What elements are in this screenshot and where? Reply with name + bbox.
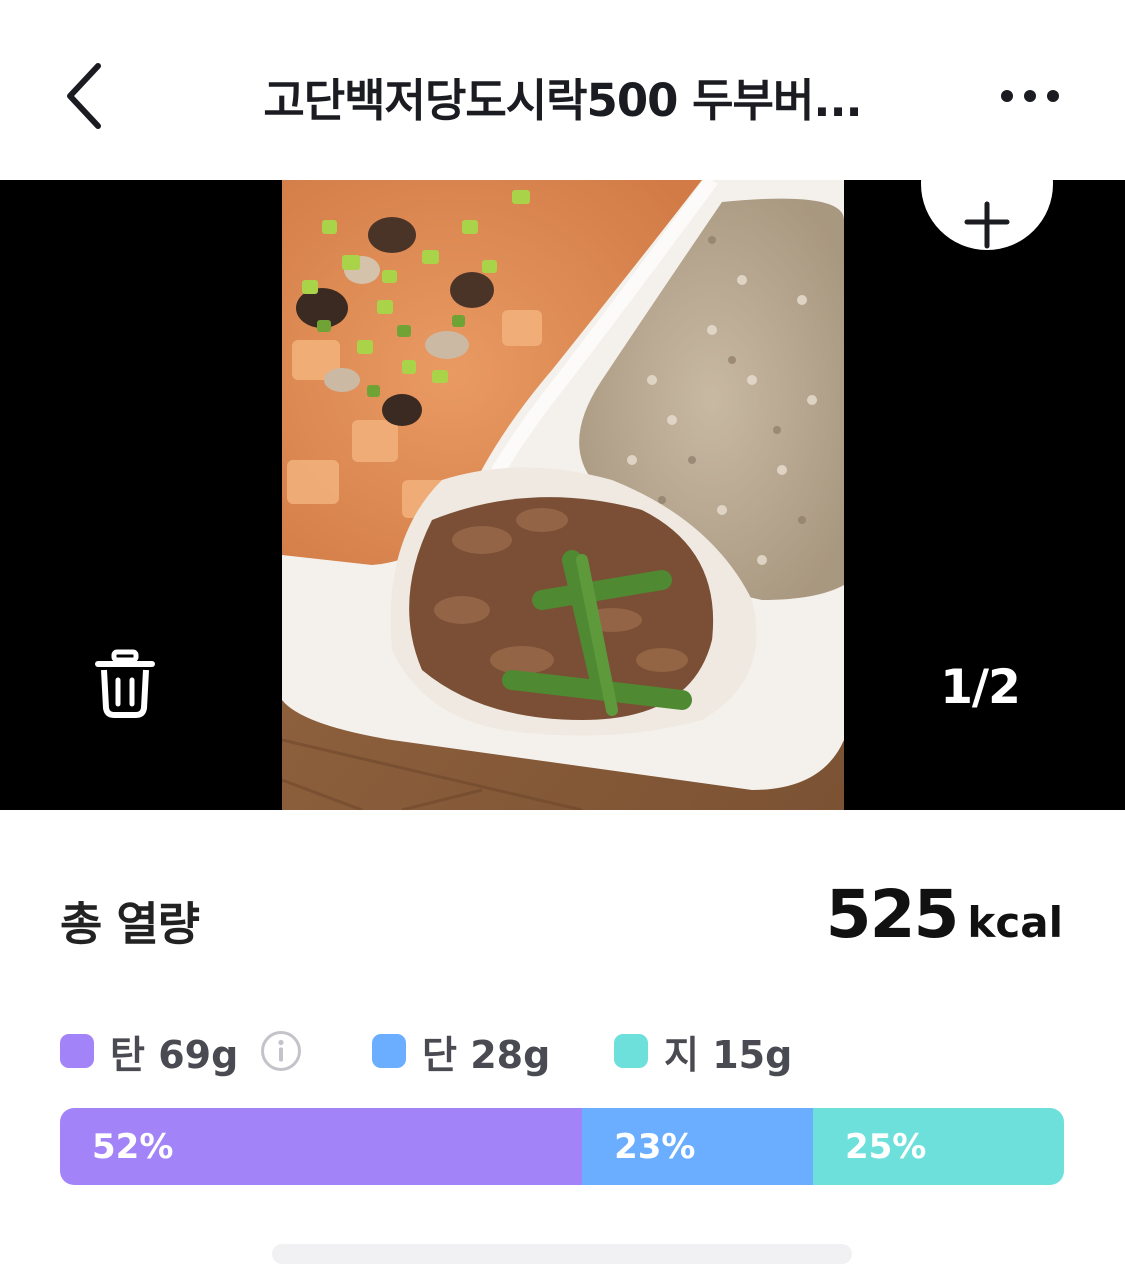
total-calories-label: 총 열량 <box>60 897 200 951</box>
ratio-segment-carbs-label: 52% <box>92 1126 174 1167</box>
macro-fat: 지 15g <box>614 1026 793 1077</box>
carbs-amount: 탄 69g <box>110 1032 239 1077</box>
carbs-info-button[interactable] <box>260 1030 302 1072</box>
macro-carbs: 탄 69g <box>60 1026 302 1077</box>
more-options-button[interactable] <box>995 72 1065 120</box>
delete-photo-button[interactable] <box>92 648 158 720</box>
ratio-segment-fat: 25% <box>812 1108 1064 1185</box>
macro-ratio-bar: 52% 23% 25% <box>60 1108 1064 1185</box>
carbs-color-dot <box>60 1034 94 1068</box>
top-app-bar: 고단백저당도시락500 두부버... <box>0 0 1125 180</box>
photo-counter: 1/2 <box>940 660 1021 715</box>
add-photo-button[interactable] <box>921 180 1053 250</box>
ratio-segment-protein-label: 23% <box>614 1126 696 1167</box>
total-calories-unit: kcal <box>967 898 1063 947</box>
back-button[interactable] <box>54 58 116 134</box>
ratio-segment-carbs: 52% <box>60 1108 583 1185</box>
total-calories-value: 525 <box>825 876 960 953</box>
page-title: 고단백저당도시락500 두부버... <box>263 74 862 127</box>
ratio-segment-fat-label: 25% <box>844 1126 927 1167</box>
total-calories: 525 kcal <box>826 876 1063 953</box>
macro-protein: 단 28g <box>372 1026 551 1077</box>
info-icon <box>261 1031 302 1071</box>
fat-color-dot <box>614 1034 648 1068</box>
bottom-card-edge <box>272 1244 852 1264</box>
protein-color-dot <box>372 1034 406 1068</box>
plus-icon <box>964 201 1010 249</box>
fat-amount: 지 15g <box>664 1032 793 1077</box>
meal-photo <box>282 180 844 810</box>
more-horizontal-icon <box>1001 90 1059 102</box>
trash-icon <box>95 649 155 718</box>
photo-viewer[interactable]: 1/2 <box>0 180 1125 810</box>
ratio-segment-protein: 23% <box>582 1108 813 1185</box>
chevron-left-icon <box>67 63 101 129</box>
protein-amount: 단 28g <box>422 1032 551 1077</box>
